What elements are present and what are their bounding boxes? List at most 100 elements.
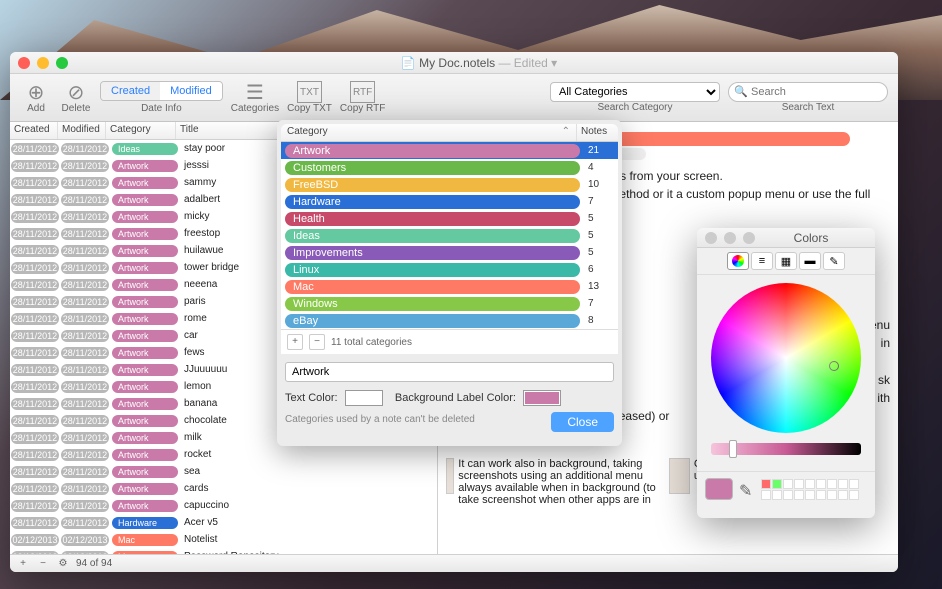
table-row[interactable]: 02/12/201302/12/2013MacPassword Reposito…: [10, 548, 437, 554]
table-row[interactable]: 28/11/201228/11/2012Artworkcapuccino: [10, 497, 437, 514]
zoom-window-button[interactable]: [56, 57, 68, 69]
categories-button[interactable]: ☰Categories: [231, 81, 279, 114]
category-count: 10: [584, 179, 618, 190]
category-row[interactable]: FreeBSD10: [281, 176, 618, 193]
category-count: 7: [584, 298, 618, 309]
col-category-header[interactable]: Category: [106, 122, 176, 139]
wheel-icon: [732, 255, 744, 267]
row-category-pill: Ideas: [112, 143, 178, 155]
category-row[interactable]: eBay8: [281, 312, 618, 329]
cat-col-category[interactable]: Category⌃: [281, 124, 576, 141]
minimize-window-button[interactable]: [37, 57, 49, 69]
created-date: 28/11/2012: [11, 415, 59, 427]
mini-swatch[interactable]: [783, 490, 793, 500]
mini-swatch[interactable]: [794, 479, 804, 489]
doc-icon: 📄: [401, 56, 416, 70]
category-list[interactable]: Artwork21Customers4FreeBSD10Hardware7Hea…: [281, 142, 618, 329]
mini-swatch[interactable]: [794, 490, 804, 500]
mini-swatch[interactable]: [772, 490, 782, 500]
category-row[interactable]: Hardware7: [281, 193, 618, 210]
mini-swatch[interactable]: [783, 479, 793, 489]
table-row[interactable]: 28/11/201228/11/2012HardwareAcer v5: [10, 514, 437, 531]
modified-date: 28/11/2012: [61, 160, 109, 172]
mini-swatch[interactable]: [816, 479, 826, 489]
bg-color-swatch[interactable]: [523, 390, 561, 406]
category-row[interactable]: Improvements5: [281, 244, 618, 261]
category-pill: Improvements: [285, 246, 580, 260]
delete-button[interactable]: ⊘Delete: [60, 81, 92, 114]
color-pencils-tab[interactable]: ✎: [823, 252, 845, 270]
modified-segment[interactable]: Modified: [160, 82, 222, 100]
remove-category-button[interactable]: −: [309, 334, 325, 350]
search-text-label: Search Text: [782, 102, 835, 113]
created-date: 28/11/2012: [11, 381, 59, 393]
mini-swatch[interactable]: [849, 479, 859, 489]
add-category-button[interactable]: +: [287, 334, 303, 350]
table-row[interactable]: 28/11/201228/11/2012Artworksea: [10, 463, 437, 480]
copy-txt-button[interactable]: TXTCopy TXT: [287, 81, 332, 114]
close-window-button[interactable]: [18, 57, 30, 69]
copy-rtf-button[interactable]: RTFCopy RTF: [340, 81, 385, 114]
mini-swatch[interactable]: [816, 490, 826, 500]
mini-swatch[interactable]: [838, 490, 848, 500]
text-color-swatch[interactable]: [345, 390, 383, 406]
mini-swatch[interactable]: [827, 490, 837, 500]
category-row[interactable]: Customers4: [281, 159, 618, 176]
row-category-pill: Artwork: [112, 262, 178, 274]
table-row[interactable]: 28/11/201228/11/2012Artworkrocket: [10, 446, 437, 463]
brightness-slider[interactable]: [711, 443, 861, 455]
col-modified-header[interactable]: Modified: [58, 122, 106, 139]
color-spectrum-tab[interactable]: ▬: [799, 252, 821, 270]
brightness-knob[interactable]: [729, 440, 737, 458]
search-icon: 🔍: [734, 85, 748, 98]
created-date: 28/11/2012: [11, 262, 59, 274]
search-input[interactable]: [728, 82, 888, 102]
category-name-input[interactable]: [285, 362, 614, 382]
preview-thumb-icon: [446, 458, 454, 494]
category-row[interactable]: Artwork21: [281, 142, 618, 159]
category-count: 13: [584, 281, 618, 292]
wheel-cursor[interactable]: [829, 361, 839, 371]
mini-swatch[interactable]: [761, 479, 771, 489]
mini-swatch[interactable]: [772, 479, 782, 489]
cat-col-notes[interactable]: Notes: [576, 124, 618, 141]
table-row[interactable]: 28/11/201228/11/2012Artworkcards: [10, 480, 437, 497]
mini-swatch[interactable]: [849, 490, 859, 500]
mini-swatch[interactable]: [827, 479, 837, 489]
mini-swatch[interactable]: [805, 490, 815, 500]
modified-date: 28/11/2012: [61, 517, 109, 529]
remove-row-button[interactable]: −: [36, 558, 50, 569]
mini-swatch[interactable]: [838, 479, 848, 489]
palette-icon: ▦: [781, 255, 791, 268]
created-date: 28/11/2012: [11, 194, 59, 206]
category-row[interactable]: Ideas5: [281, 227, 618, 244]
category-row[interactable]: Health5: [281, 210, 618, 227]
category-row[interactable]: Mac13: [281, 278, 618, 295]
minimize-window-button[interactable]: [724, 232, 736, 244]
table-row[interactable]: 02/12/201302/12/2013MacNotelist: [10, 531, 437, 548]
gear-icon[interactable]: ⚙: [56, 558, 70, 569]
category-row[interactable]: Windows7: [281, 295, 618, 312]
col-created-header[interactable]: Created: [10, 122, 58, 139]
color-wheel[interactable]: [711, 283, 861, 433]
add-button[interactable]: ⊕Add: [20, 81, 52, 114]
add-row-button[interactable]: +: [16, 558, 30, 569]
mini-swatch[interactable]: [761, 490, 771, 500]
saved-swatches[interactable]: [761, 479, 861, 500]
category-count: 21: [584, 145, 618, 156]
eyedropper-icon[interactable]: ✎: [739, 481, 755, 497]
row-category-pill: Artwork: [112, 194, 178, 206]
color-wheel-tab[interactable]: [727, 252, 749, 270]
color-sliders-tab[interactable]: ≡: [751, 252, 773, 270]
close-button[interactable]: Close: [551, 412, 614, 432]
mini-swatch[interactable]: [805, 479, 815, 489]
category-filter-select[interactable]: All Categories: [550, 82, 720, 102]
created-date: 28/11/2012: [11, 347, 59, 359]
zoom-window-button[interactable]: [743, 232, 755, 244]
current-color-swatch[interactable]: [705, 478, 733, 500]
close-window-button[interactable]: [705, 232, 717, 244]
color-wheel-area: [697, 275, 875, 463]
created-segment[interactable]: Created: [101, 82, 160, 100]
category-row[interactable]: Linux6: [281, 261, 618, 278]
color-palettes-tab[interactable]: ▦: [775, 252, 797, 270]
